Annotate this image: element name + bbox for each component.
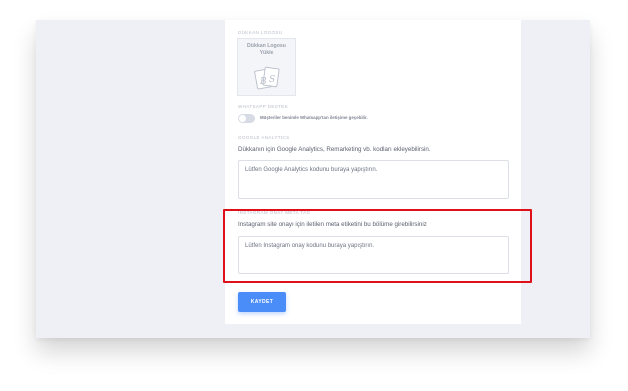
image-upload-icon: B S — [254, 66, 280, 90]
toggle-knob — [239, 115, 246, 122]
google-analytics-textarea[interactable]: Lütfen Google Analytics kodunu buraya ya… — [238, 160, 509, 199]
logo-upload-text-2: Yükle — [259, 50, 274, 56]
save-button[interactable]: KAYDET — [238, 292, 286, 312]
highlight-frame — [223, 209, 532, 283]
svg-text:B: B — [259, 77, 267, 87]
logo-upload-box[interactable]: Dükkan Logosu Yükle B S — [237, 38, 296, 96]
store-logo-label: DÜKKAN LOGOSU — [238, 30, 283, 35]
whatsapp-label: WHATSAPP DESTEK — [238, 104, 289, 109]
google-analytics-label: GOOGLE ANALYTICS — [238, 135, 290, 140]
google-analytics-description: Dükkanın için Google Analytics, Remarket… — [238, 146, 431, 153]
whatsapp-toggle[interactable] — [238, 114, 255, 123]
whatsapp-toggle-text: Müşteriler benimle Whatsapp'tan iletişim… — [260, 115, 368, 120]
logo-upload-text-1: Dükkan Logosu — [247, 43, 286, 49]
google-analytics-placeholder: Lütfen Google Analytics kodunu buraya ya… — [245, 167, 378, 173]
svg-text:S: S — [269, 75, 275, 85]
